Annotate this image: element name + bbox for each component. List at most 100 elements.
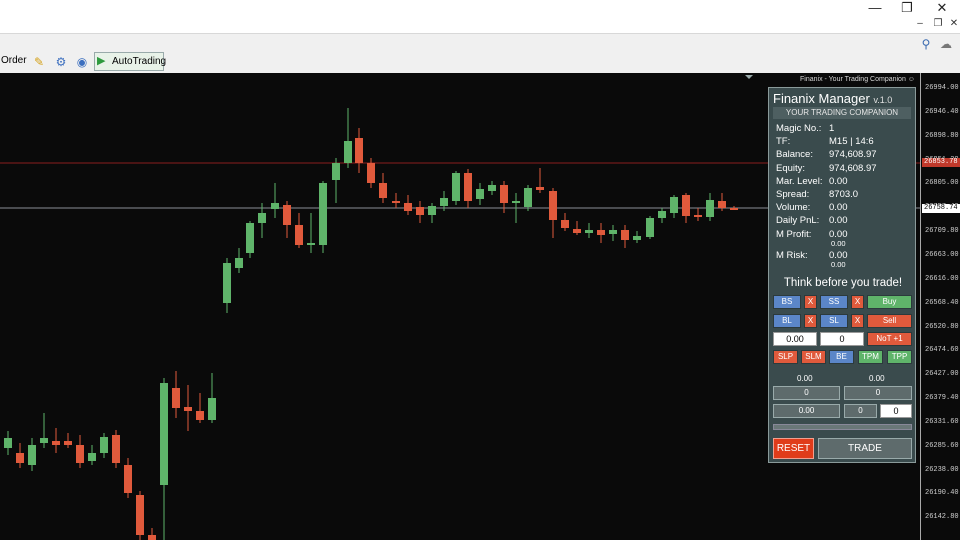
bear-candle	[124, 465, 132, 493]
experts-icon[interactable]: ⚙	[53, 54, 69, 70]
info-label: Volume:	[776, 202, 811, 214]
price-tick-label: 26285.60	[925, 441, 959, 450]
tpp-button[interactable]: TPP	[887, 350, 912, 364]
close-icon[interactable]: ✕	[925, 0, 959, 16]
bull-candle	[512, 201, 520, 203]
panel-title-text: Finanix Manager	[773, 91, 870, 106]
info-label: TF:	[776, 136, 791, 148]
sl-points-field[interactable]: 0	[773, 386, 840, 400]
bear-candle	[136, 495, 144, 535]
not-plus-one-button[interactable]: NoT +1	[867, 332, 912, 346]
window-titlebar: — ❐ ✕ – ❐ ✕	[0, 0, 960, 33]
price-field[interactable]: 0.00	[773, 404, 840, 418]
info-value: M15 | 14:6	[829, 136, 874, 148]
signal-icon[interactable]: ◉	[74, 54, 90, 70]
close-bs-button[interactable]: X	[804, 295, 817, 309]
bear-candle	[416, 207, 424, 215]
autotrading-icon: ▶	[97, 55, 106, 67]
price-tick-label: 26142.80	[925, 513, 959, 522]
buy-button[interactable]: Buy	[867, 295, 912, 309]
info-value: 1	[829, 123, 835, 134]
minimize-icon[interactable]: —	[858, 0, 892, 16]
lot-size-input[interactable]: 0.00	[773, 332, 817, 346]
price-tick-label: 26663.00	[925, 250, 959, 259]
info-label: M Risk:	[776, 249, 808, 261]
price-tick-label: 26238.00	[925, 465, 959, 474]
price-tick-label: 26709.80	[925, 227, 959, 236]
toolbar-row: Order ✎ ⚙ ◉ ▶ AutoTrading	[0, 52, 960, 72]
mdi-minimize-icon[interactable]: –	[912, 17, 928, 31]
reset-button[interactable]: RESET	[773, 438, 814, 459]
bear-candle	[392, 201, 400, 203]
info-value: 8703.0	[829, 189, 859, 200]
price-tick-label: 26898.80	[925, 131, 959, 140]
bs-button[interactable]: BS	[773, 295, 801, 309]
smiley-icon: ☺	[907, 76, 915, 83]
be-button[interactable]: BE	[829, 350, 854, 364]
info-label: Equity:	[776, 162, 806, 174]
bear-candle	[500, 185, 508, 203]
panel-subtitle: YOUR TRADING COMPANION	[773, 107, 911, 119]
autotrading-button[interactable]: ▶ AutoTrading	[94, 52, 167, 71]
bull-candle	[428, 206, 436, 215]
bull-candle	[4, 438, 12, 448]
close-sl-button[interactable]: X	[851, 314, 864, 328]
sl-button[interactable]: SL	[820, 314, 848, 328]
slp-button[interactable]: SLP	[773, 350, 798, 364]
bull-candle	[246, 223, 254, 253]
bear-candle	[730, 208, 738, 210]
bull-candle	[633, 236, 641, 240]
ss-button[interactable]: SS	[820, 295, 848, 309]
bull-candle	[235, 258, 243, 268]
pending-count-field[interactable]: 0	[880, 404, 912, 418]
bear-candle	[184, 407, 192, 411]
trade-count-input[interactable]: 0	[820, 332, 864, 346]
info-label: Magic No.:	[776, 123, 822, 134]
pencil-icon[interactable]: ✎	[31, 54, 47, 70]
price-tick-label: 26331.60	[925, 417, 959, 426]
risk-slider[interactable]	[773, 424, 912, 430]
bull-candle	[88, 453, 96, 461]
price-axis: 26994.0026946.4026898.8026851.2026805.00…	[920, 73, 960, 540]
profit-value-right: 0.00	[869, 374, 885, 383]
bull-candle	[524, 188, 532, 207]
chat-icon[interactable]: ☁	[938, 36, 954, 52]
restore-icon[interactable]: ❐	[890, 0, 924, 16]
bull-candle	[28, 445, 36, 465]
bull-candle	[488, 185, 496, 191]
offset-field[interactable]: 0	[844, 404, 877, 418]
trade-button[interactable]: TRADE	[818, 438, 912, 459]
mdi-close-icon[interactable]: ✕	[946, 17, 960, 31]
search-icon[interactable]: ⚲	[918, 36, 934, 52]
bear-candle	[682, 195, 690, 216]
price-tick-label: 26946.40	[925, 107, 959, 116]
close-bl-button[interactable]: X	[804, 314, 817, 328]
sell-button[interactable]: Sell	[867, 314, 912, 328]
panel-title: Finanix Manager v.1.0	[773, 91, 892, 106]
bear-candle	[404, 203, 412, 211]
chart-shift-marker	[745, 75, 753, 79]
order-button[interactable]: Order	[1, 55, 27, 66]
info-label: Spread:	[776, 189, 810, 200]
mdi-restore-icon[interactable]: ❐	[930, 17, 946, 31]
bull-candle	[258, 213, 266, 223]
bl-button[interactable]: BL	[773, 314, 801, 328]
bull-candle	[585, 230, 593, 233]
slm-button[interactable]: SLM	[801, 350, 826, 364]
bear-candle	[355, 138, 363, 163]
bull-candle	[319, 183, 327, 245]
bull-candle	[344, 141, 352, 163]
info-sub-value: 0.00	[831, 238, 846, 248]
close-ss-button[interactable]: X	[851, 295, 864, 309]
tp-points-field[interactable]: 0	[844, 386, 912, 400]
price-tick-label: 26568.40	[925, 298, 959, 307]
autotrading-label: AutoTrading	[112, 56, 167, 67]
tpm-button[interactable]: TPM	[858, 350, 883, 364]
bear-candle	[64, 441, 72, 445]
bull-candle	[160, 383, 168, 485]
bid-price-tag: 26758.74	[922, 204, 960, 213]
bear-candle	[148, 535, 156, 540]
bull-candle	[271, 203, 279, 209]
price-tick-label: 26474.60	[925, 346, 959, 355]
price-tick-label: 26805.00	[925, 179, 959, 188]
